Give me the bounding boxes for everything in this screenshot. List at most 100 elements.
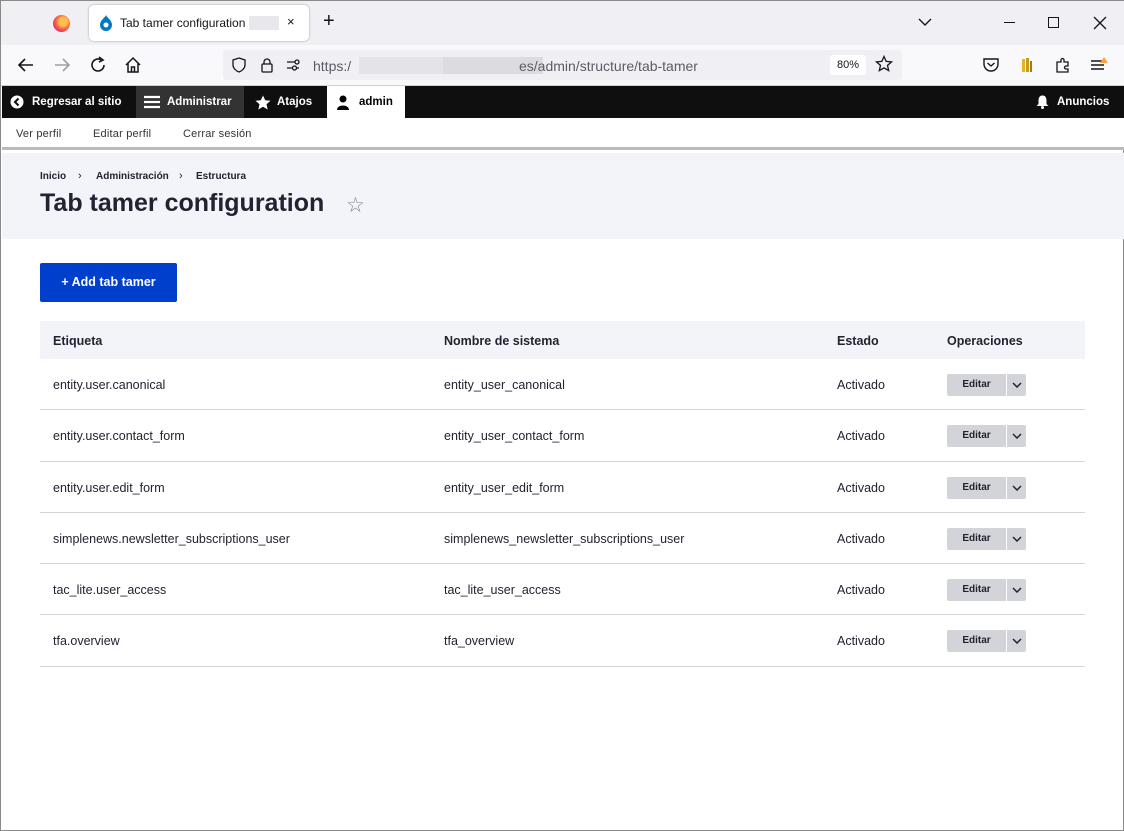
table-header: Etiqueta Nombre de sistema Estado Operac…	[40, 321, 1085, 359]
cell-machine-name: tfa_overview	[444, 634, 515, 649]
view-profile-link[interactable]: Ver perfil	[16, 128, 61, 140]
url-bar[interactable]: https:/ es/admin/structure/tab-tamer 80%	[223, 50, 902, 80]
edit-button[interactable]: Editar	[947, 374, 1006, 396]
zoom-level[interactable]: 80%	[830, 55, 866, 75]
cell-status: Activado	[837, 583, 885, 598]
cell-machine-name: entity_user_contact_form	[444, 429, 585, 444]
pocket-icon[interactable]	[979, 53, 1003, 77]
tab-strip: Tab tamer configuration | × +	[1, 1, 1124, 45]
close-tab-icon[interactable]: ×	[287, 14, 295, 29]
page-header: Inicio › Administración › Estructura Tab…	[2, 153, 1124, 239]
chevron-down-icon[interactable]	[917, 14, 933, 30]
add-tab-tamer-button[interactable]: + Add tab tamer	[40, 263, 177, 302]
home-icon[interactable]	[121, 53, 145, 77]
cell-machine-name: entity_user_edit_form	[444, 480, 565, 495]
firefox-logo-icon[interactable]	[53, 15, 70, 32]
cell-machine-name: entity_user_canonical	[444, 378, 565, 392]
table-row: tfa.overview tfa_overview Activado Edita…	[40, 615, 1085, 667]
shortcuts-label: Atajos	[277, 96, 313, 108]
operations-dropbutton: Editar	[947, 425, 1026, 448]
cell-status: Activado	[837, 480, 885, 495]
user-icon	[337, 95, 349, 110]
navigation-bar: https:/ es/admin/structure/tab-tamer 80%	[1, 45, 1124, 86]
chevron-down-icon[interactable]	[1007, 425, 1026, 448]
operations-dropbutton: Editar	[947, 630, 1026, 653]
bell-icon	[1036, 95, 1049, 109]
back-to-site-link[interactable]: Regresar al sitio	[2, 86, 132, 118]
cell-machine-name: simplenews_newsletter_subscriptions_user	[444, 531, 685, 546]
tab-title: Tab tamer configuration |	[120, 16, 252, 30]
back-arrow-icon[interactable]	[14, 53, 38, 77]
menu-hamburger-icon[interactable]	[1087, 53, 1111, 77]
new-tab-icon[interactable]: +	[323, 11, 335, 31]
page-title: Tab tamer configuration	[40, 189, 325, 217]
table-row: simplenews.newsletter_subscriptions_user…	[40, 513, 1085, 565]
close-window-icon[interactable]	[1093, 16, 1107, 30]
back-circle-icon	[10, 95, 24, 109]
cell-status: Activado	[837, 429, 885, 444]
breadcrumb-item-structure[interactable]: Estructura	[196, 171, 246, 182]
bookmark-star-icon[interactable]	[875, 55, 893, 73]
edit-button[interactable]: Editar	[947, 527, 1006, 550]
reload-icon[interactable]	[86, 53, 110, 77]
chevron-down-icon[interactable]	[1007, 579, 1026, 602]
user-tray: Ver perfil Editar perfil Cerrar sesión	[2, 118, 1124, 150]
breadcrumb-item-admin[interactable]: Administración	[96, 171, 169, 182]
extensions-puzzle-icon[interactable]	[1051, 53, 1075, 77]
breadcrumb-item-home[interactable]: Inicio	[40, 171, 66, 182]
url-path: es/admin/structure/tab-tamer	[519, 58, 698, 74]
cell-status: Activado	[837, 634, 885, 649]
star-icon	[255, 95, 271, 109]
admin-toolbar: Regresar al sitio Administrar Atajos adm…	[2, 86, 1124, 118]
shortcut-star-icon[interactable]: ☆	[346, 193, 365, 218]
column-header-label: Etiqueta	[53, 334, 103, 348]
table-row: entity.user.contact_form entity_user_con…	[40, 410, 1085, 462]
edit-button[interactable]: Editar	[947, 579, 1006, 602]
table-row: entity.user.edit_form entity_user_edit_f…	[40, 462, 1085, 513]
logout-link[interactable]: Cerrar sesión	[183, 128, 252, 140]
redacted-text	[249, 16, 279, 30]
drupal-favicon-icon	[100, 15, 112, 31]
operations-dropbutton: Editar	[947, 527, 1026, 550]
column-header-machine-name: Nombre de sistema	[444, 334, 560, 348]
lock-icon[interactable]	[259, 57, 275, 73]
cell-label: entity.user.contact_form	[53, 429, 185, 444]
permissions-icon[interactable]	[285, 57, 301, 73]
announcements-label: Anuncios	[1057, 96, 1110, 108]
operations-dropbutton: Editar	[947, 579, 1026, 602]
user-label: admin	[359, 96, 393, 108]
breadcrumb-separator: ›	[179, 170, 183, 182]
chevron-down-icon[interactable]	[1007, 374, 1026, 396]
hamburger-icon	[144, 95, 160, 109]
edit-profile-link[interactable]: Editar perfil	[93, 128, 151, 140]
announcements-link[interactable]: Anuncios	[1032, 86, 1122, 118]
user-menu-link[interactable]: admin	[327, 86, 405, 118]
operations-dropbutton: Editar	[947, 374, 1026, 396]
column-header-operations: Operaciones	[947, 334, 1023, 348]
browser-tab-active[interactable]: Tab tamer configuration | ×	[89, 5, 309, 41]
manage-menu-link[interactable]: Administrar	[136, 86, 244, 118]
edit-button[interactable]: Editar	[947, 630, 1006, 653]
operations-dropbutton: Editar	[947, 476, 1026, 499]
table-row: entity.user.canonical entity_user_canoni…	[40, 359, 1085, 411]
cell-label: entity.user.canonical	[53, 378, 166, 392]
chevron-down-icon[interactable]	[1007, 527, 1026, 550]
browser-window: Tab tamer configuration | × + https:/ es…	[0, 0, 1124, 831]
tracking-shield-icon[interactable]	[231, 57, 247, 73]
table-row: tac_lite.user_access tac_lite_user_acces…	[40, 564, 1085, 616]
cell-status: Activado	[837, 531, 885, 546]
cell-label: entity.user.edit_form	[53, 480, 165, 495]
cell-status: Activado	[837, 378, 885, 392]
shortcuts-menu-link[interactable]: Atajos	[248, 86, 326, 118]
cell-label: tac_lite.user_access	[53, 583, 167, 598]
maximize-window-icon[interactable]	[1048, 17, 1059, 28]
minimize-window-icon[interactable]	[1004, 22, 1015, 23]
chevron-down-icon[interactable]	[1007, 630, 1026, 653]
extension-icon[interactable]	[1015, 53, 1039, 77]
edit-button[interactable]: Editar	[947, 425, 1006, 448]
chevron-down-icon[interactable]	[1007, 476, 1026, 499]
tab-tamer-table: Etiqueta Nombre de sistema Estado Operac…	[40, 321, 1085, 667]
edit-button[interactable]: Editar	[947, 476, 1006, 499]
cell-label: simplenews.newsletter_subscriptions_user	[53, 531, 290, 546]
forward-arrow-icon[interactable]	[50, 53, 74, 77]
